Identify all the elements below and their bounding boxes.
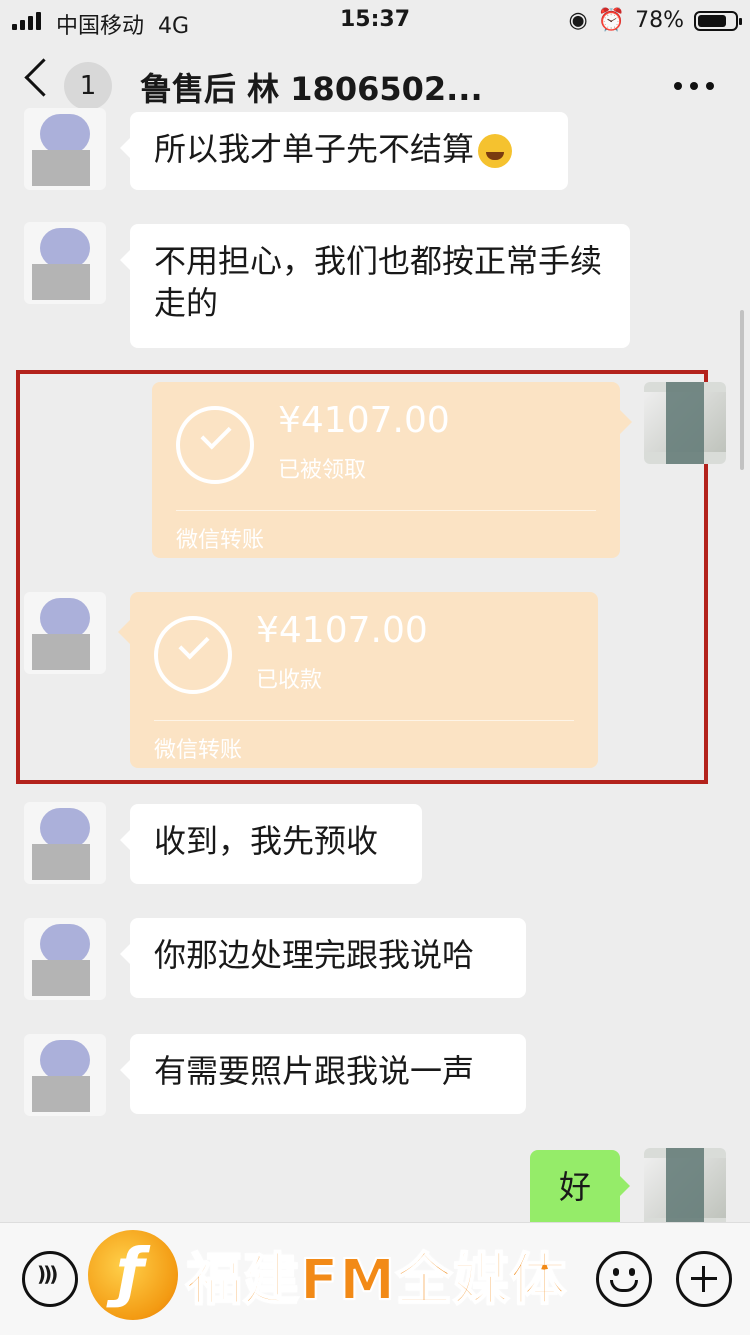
- message-text: 不用担心，我们也都按正常手续走的: [154, 242, 603, 322]
- transfer-card-sent[interactable]: ¥4107.00 已被领取 微信转账: [152, 382, 632, 558]
- message-bubble-left[interactable]: 不用担心，我们也都按正常手续走的: [120, 224, 630, 348]
- message-text: 你那边处理完跟我说哈: [154, 936, 475, 974]
- chevron-left-icon[interactable]: [24, 58, 63, 97]
- message-text: 有需要照片跟我说一声: [154, 1052, 475, 1090]
- transfer-amount: ¥4107.00: [278, 400, 450, 441]
- status-bar: 中国移动 4G 15:37 ◉ ⏰ 78%: [0, 0, 750, 42]
- message-text: 所以我才单子先不结算: [154, 130, 475, 168]
- contact-avatar[interactable]: [24, 108, 106, 190]
- battery-icon: [694, 10, 742, 31]
- transfer-amount: ¥4107.00: [256, 610, 428, 651]
- more-dots-icon[interactable]: [674, 82, 714, 90]
- message-bubble-left[interactable]: 所以我才单子先不结算: [120, 112, 568, 190]
- transfer-status: 已收款: [256, 668, 323, 693]
- contact-avatar[interactable]: [24, 918, 106, 1000]
- chat-title: 鲁售后 林 1806502...: [140, 70, 483, 108]
- contact-avatar[interactable]: [24, 1034, 106, 1116]
- transfer-status: 已被领取: [278, 458, 367, 483]
- message-bubble-right[interactable]: 好: [530, 1150, 630, 1230]
- fm-logo-icon: [88, 1230, 178, 1320]
- voice-icon[interactable]: [22, 1251, 78, 1307]
- plus-icon[interactable]: [676, 1251, 732, 1307]
- message-bubble-left[interactable]: 有需要照片跟我说一声: [120, 1034, 526, 1114]
- unread-count-badge[interactable]: 1: [64, 62, 112, 110]
- message-text: 收到，我先预收: [154, 822, 379, 860]
- contact-avatar[interactable]: [24, 592, 106, 674]
- my-avatar[interactable]: [644, 382, 726, 464]
- scrollbar[interactable]: [740, 310, 744, 470]
- message-bubble-left[interactable]: 收到，我先预收: [120, 804, 422, 884]
- contact-avatar[interactable]: [24, 222, 106, 304]
- message-bubble-left[interactable]: 你那边处理完跟我说哈: [120, 918, 526, 998]
- emoji-icon[interactable]: [596, 1251, 652, 1307]
- transfer-source: 微信转账: [154, 738, 243, 763]
- check-circle-icon: [176, 406, 254, 484]
- alarm-icon: ⏰: [597, 8, 626, 33]
- contact-avatar[interactable]: [24, 802, 106, 884]
- message-text: 好: [558, 1168, 591, 1206]
- laughing-crying-emoji-icon: [478, 134, 513, 168]
- transfer-source: 微信转账: [176, 528, 265, 553]
- watermark: 福建FM全媒体: [88, 1230, 567, 1320]
- my-avatar[interactable]: [644, 1148, 726, 1230]
- orientation-lock-icon: ◉: [568, 8, 588, 33]
- battery-percent: 78%: [635, 8, 684, 33]
- watermark-text: 福建FM全媒体: [185, 1247, 567, 1314]
- transfer-card-received[interactable]: ¥4107.00 已收款 微信转账: [118, 592, 598, 768]
- check-circle-icon: [154, 616, 232, 694]
